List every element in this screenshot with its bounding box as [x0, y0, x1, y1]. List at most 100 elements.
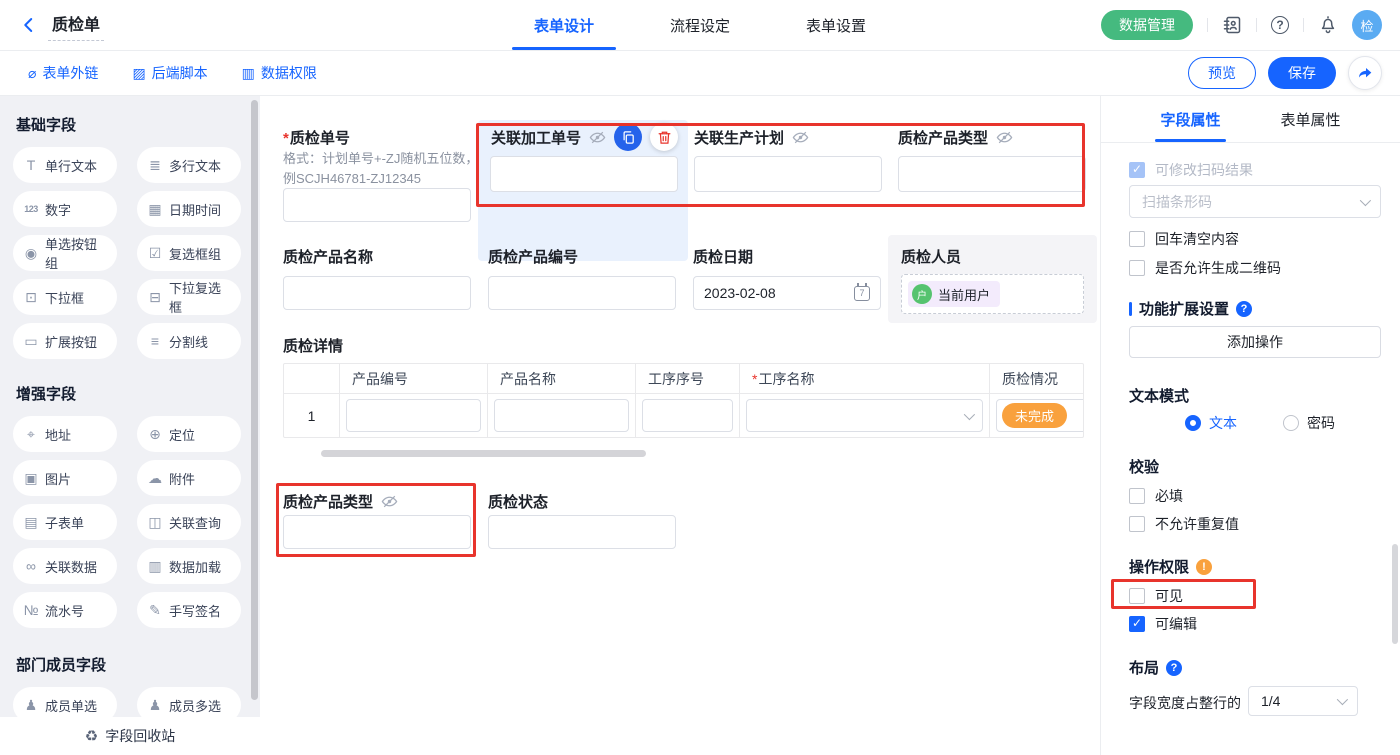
sidebar-scrollbar[interactable] [251, 100, 258, 700]
field-label-status[interactable]: 质检状态 [488, 491, 548, 512]
preview-button[interactable]: 预览 [1188, 57, 1256, 89]
checkbox-scan-editable[interactable]: 可修改扫码结果 [1129, 160, 1253, 180]
input-product-name[interactable] [283, 276, 471, 310]
checkbox-clear-on-enter[interactable]: 回车清空内容 [1129, 229, 1239, 249]
input-product-type-bottom[interactable] [283, 515, 471, 549]
field-type-divider[interactable]: ≡分割线 [137, 323, 241, 359]
input-status[interactable] [488, 515, 676, 549]
calendar-icon[interactable]: 7 [854, 286, 870, 301]
select-detail-process-name[interactable] [746, 399, 983, 432]
checkbox-allow-qrcode[interactable]: 是否允许生成二维码 [1129, 258, 1281, 278]
tab-form-setting[interactable]: 表单设置 [796, 0, 876, 50]
status-field-box[interactable]: 未完成 [996, 399, 1084, 432]
pill-label: 成员多选 [169, 696, 221, 715]
field-type-checkbox-group[interactable]: ☑复选框组 [137, 235, 241, 271]
back-icon[interactable] [20, 16, 38, 34]
table-horizontal-scrollbar[interactable] [321, 450, 646, 457]
field-type-linked-data[interactable]: ∞关联数据 [13, 548, 117, 584]
field-type-multi-line-text[interactable]: ≣多行文本 [137, 147, 241, 183]
field-type-radio-group[interactable]: ◉单选按钮组 [13, 235, 117, 271]
form-external-link[interactable]: ⌀ 表单外链 [28, 63, 98, 83]
input-order-no[interactable] [283, 188, 471, 222]
tab-field-properties[interactable]: 字段属性 [1160, 96, 1220, 142]
inspector-field-block[interactable]: 质检人员 户 当前用户 [888, 235, 1097, 323]
field-type-select[interactable]: ⊡下拉框 [13, 279, 117, 315]
add-action-button[interactable]: 添加操作 [1129, 326, 1381, 358]
help-icon[interactable]: ? [1166, 660, 1182, 676]
field-label-process-order[interactable]: 关联加工单号 [491, 127, 581, 148]
data-manage-button[interactable]: 数据管理 [1101, 10, 1193, 40]
row-index-cell: 1 [284, 394, 340, 437]
eye-off-icon [792, 129, 809, 146]
checkbox-icon: ☑ [147, 245, 163, 262]
field-type-image[interactable]: ▣图片 [13, 460, 117, 496]
delete-field-button[interactable] [650, 123, 678, 151]
field-label-product-name[interactable]: 质检产品名称 [283, 246, 373, 267]
field-type-handwritten-signature[interactable]: ✎手写签名 [137, 592, 241, 628]
checkbox-visible[interactable]: 可见 [1129, 586, 1183, 606]
field-label-detail[interactable]: 质检详情 [283, 335, 343, 356]
divider [1256, 18, 1257, 32]
page-title[interactable]: 质检单 [48, 9, 104, 41]
field-type-extend-button[interactable]: ▭扩展按钮 [13, 323, 117, 359]
input-production-plan[interactable] [694, 156, 882, 192]
cell-process-name [740, 394, 990, 437]
field-label-product-type-bottom[interactable]: 质检产品类型 [283, 491, 373, 512]
input-detail-process-index[interactable] [642, 399, 733, 432]
scan-type-select[interactable]: 扫描条形码 [1129, 185, 1381, 218]
data-permission-link[interactable]: ▥ 数据权限 [242, 63, 317, 83]
field-type-linked-query[interactable]: ◫关联查询 [137, 504, 241, 540]
cell-product-code [340, 394, 488, 437]
user-avatar[interactable]: 检 [1352, 10, 1382, 40]
field-type-datetime[interactable]: ▦日期时间 [137, 191, 241, 227]
help-icon[interactable]: ? [1271, 16, 1289, 34]
field-type-address[interactable]: ⌖地址 [13, 416, 117, 452]
field-type-multi-select[interactable]: ⊟下拉复选框 [137, 279, 241, 315]
properties-panel: 字段属性 表单属性 可修改扫码结果 扫描条形码 回车清空内容 是否允许生成二维码… [1100, 96, 1400, 755]
current-user-chip[interactable]: 户 当前用户 [908, 281, 1000, 307]
copy-field-button[interactable] [614, 123, 642, 151]
editable-label: 可编辑 [1155, 614, 1197, 634]
input-product-code[interactable] [488, 276, 676, 310]
radio-password-mode[interactable]: 密码 [1283, 413, 1335, 433]
field-type-serial-number[interactable]: №流水号 [13, 592, 117, 628]
field-label-product-type-top[interactable]: 质检产品类型 [898, 127, 988, 148]
panel-scrollbar[interactable] [1392, 544, 1398, 644]
address-book-icon[interactable] [1222, 15, 1242, 35]
width-select[interactable]: 1/4 [1248, 686, 1358, 716]
field-palette-sidebar: 基础字段 T单行文本 ≣多行文本 123数字 ▦日期时间 ◉单选按钮组 ☑复选框… [0, 96, 260, 755]
tab-form-design[interactable]: 表单设计 [524, 0, 604, 50]
notification-bell-icon[interactable] [1318, 15, 1338, 35]
help-icon[interactable]: ? [1236, 301, 1252, 317]
field-label-inspect-date[interactable]: 质检日期 [693, 246, 753, 267]
field-type-number[interactable]: 123数字 [13, 191, 117, 227]
input-process-order[interactable] [490, 156, 678, 192]
field-type-attachment[interactable]: ☁附件 [137, 460, 241, 496]
field-type-single-line-text[interactable]: T单行文本 [13, 147, 117, 183]
col-header-process-index: 工序序号 [636, 364, 740, 394]
share-button[interactable] [1348, 56, 1382, 90]
input-detail-product-name[interactable] [494, 399, 629, 432]
field-type-data-load[interactable]: ▥数据加载 [137, 548, 241, 584]
field-recycle-bin[interactable]: ♻ 字段回收站 [0, 717, 260, 755]
tab-form-properties[interactable]: 表单属性 [1281, 96, 1341, 142]
input-inspector[interactable]: 户 当前用户 [901, 274, 1084, 314]
checkbox-no-duplicate[interactable]: 不允许重复值 [1129, 514, 1239, 534]
input-detail-product-code[interactable] [346, 399, 481, 432]
field-type-location[interactable]: ⊕定位 [137, 416, 241, 452]
checkbox-required[interactable]: 必填 [1129, 486, 1183, 506]
field-type-subform[interactable]: ▤子表单 [13, 504, 117, 540]
backend-script-link[interactable]: ▨ 后端脚本 [132, 63, 207, 83]
eye-off-icon [589, 129, 606, 146]
tab-flow-setting[interactable]: 流程设定 [660, 0, 740, 50]
scan-editable-label: 可修改扫码结果 [1155, 160, 1253, 180]
input-product-type-top[interactable] [898, 156, 1086, 192]
chevron-down-icon [964, 408, 975, 419]
checkbox-editable[interactable]: 可编辑 [1129, 614, 1197, 634]
field-label-product-code[interactable]: 质检产品编号 [488, 246, 578, 267]
field-label-production-plan[interactable]: 关联生产计划 [694, 127, 784, 148]
input-inspect-date[interactable]: 2023-02-08 7 [693, 276, 881, 310]
radio-text-mode[interactable]: 文本 [1185, 413, 1237, 433]
save-button[interactable]: 保存 [1268, 57, 1336, 89]
pill-label: 单行文本 [45, 156, 97, 175]
